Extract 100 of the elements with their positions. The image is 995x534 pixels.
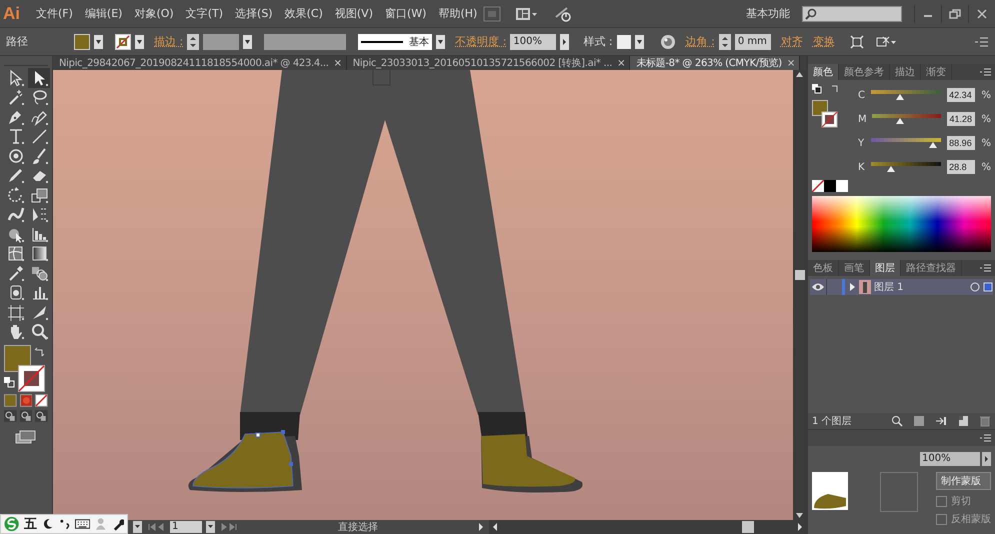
align-link[interactable]: 对齐 (780, 34, 803, 49)
scrollbar-thumb[interactable] (794, 270, 804, 280)
panel-menu-icon[interactable] (980, 433, 992, 443)
style-swatch[interactable] (616, 34, 631, 48)
zoom-tool-icon[interactable] (30, 322, 48, 340)
color-swatch[interactable] (824, 180, 836, 192)
transform-link[interactable]: 变换 (812, 34, 835, 49)
envelope-distort-icon[interactable] (874, 34, 897, 50)
new-layer-icon[interactable] (957, 415, 969, 427)
stroke-weight-field[interactable] (203, 34, 240, 50)
corner-link[interactable]: 边角 : (686, 34, 715, 49)
checkbox[interactable] (936, 514, 947, 524)
opacity-link[interactable]: 不透明度 : (455, 34, 506, 49)
panel-tab[interactable]: 渐变 (921, 64, 952, 80)
panel-menu-icon[interactable] (975, 36, 989, 48)
draw-behind-icon[interactable] (20, 410, 32, 422)
spinner-icon[interactable] (187, 34, 200, 50)
play-icon[interactable] (982, 452, 991, 466)
color-mode-icon[interactable] (4, 394, 17, 407)
slider-thumb[interactable] (896, 94, 904, 100)
menu-item[interactable]: 对象(O) (128, 6, 180, 21)
workspace-dropdown[interactable]: 基本功能 (746, 6, 790, 21)
color-swatch[interactable] (836, 180, 848, 192)
make-mask-button[interactable]: 制作蒙版 (936, 472, 991, 490)
draw-normal-icon[interactable] (4, 410, 17, 422)
arrange-documents-icon[interactable] (515, 6, 540, 22)
isolate-icon[interactable] (848, 34, 865, 50)
mesh-tool-icon[interactable] (6, 244, 24, 262)
stroke-link[interactable]: 描边 : (154, 34, 184, 49)
menu-item[interactable]: 视图(V) (328, 6, 379, 21)
menu-item[interactable]: 帮助(H) (432, 6, 484, 21)
left-shoe[interactable] (192, 432, 294, 488)
selection-indicator-icon[interactable] (983, 282, 993, 292)
fill-stroke-swatches[interactable] (812, 100, 838, 128)
menu-item[interactable]: 文件(F) (30, 6, 79, 21)
menu-item[interactable]: 选择(S) (229, 6, 279, 21)
menu-item[interactable]: 文字(T) (180, 6, 230, 21)
gradient-tool-icon[interactable] (30, 244, 48, 262)
warp-tool-icon[interactable] (6, 205, 24, 224)
slider-thumb[interactable] (929, 142, 938, 148)
variable-width-field[interactable] (264, 34, 346, 50)
fill-swatch[interactable] (74, 34, 90, 50)
caret-icon[interactable] (94, 34, 103, 48)
artboard-tool-icon[interactable] (6, 302, 24, 321)
swap-colors-icon[interactable] (830, 84, 840, 94)
scale-tool-icon[interactable] (30, 186, 48, 204)
anchor-points[interactable] (256, 430, 293, 466)
clipping-mask-icon[interactable] (913, 415, 925, 427)
stroke-profile-dropdown[interactable]: 基本 (358, 34, 432, 50)
rotate-tool-icon[interactable] (6, 186, 24, 204)
value-field[interactable]: 42.34 (947, 88, 976, 102)
play-icon[interactable] (560, 34, 570, 50)
caret-icon[interactable] (634, 34, 644, 48)
globe-icon[interactable] (660, 34, 676, 50)
panel-tab[interactable]: 颜色 (808, 64, 839, 80)
draw-inside-icon[interactable] (35, 410, 48, 422)
page-caret-icon[interactable] (206, 521, 215, 533)
panel-tab[interactable]: 色板 (808, 260, 839, 276)
fill-color-swatch[interactable] (4, 345, 31, 372)
panel-tab[interactable]: 路径查找器 (901, 260, 962, 276)
restore-button[interactable] (947, 6, 963, 20)
corner-field[interactable]: 0 mm (734, 34, 771, 50)
stroke-swatch[interactable] (115, 34, 131, 50)
tab-close-button[interactable]: × (786, 58, 795, 68)
spinner-icon[interactable] (718, 34, 731, 50)
value-field[interactable]: 41.28 (947, 112, 976, 126)
tab-close-button[interactable]: × (334, 58, 342, 68)
panel-tab[interactable]: 颜色参考 (839, 64, 890, 80)
trash-icon[interactable] (979, 415, 991, 427)
none-mode-icon[interactable] (35, 394, 48, 407)
checkbox[interactable] (936, 496, 947, 506)
swap-colors-icon[interactable] (34, 347, 44, 357)
document-tab[interactable]: 未标题-8* @ 263% (CMYK/预览) × (630, 56, 800, 70)
scroll-left-icon[interactable] (491, 522, 499, 532)
scroll-right-icon[interactable] (796, 522, 804, 532)
slider-thumb[interactable] (887, 166, 896, 172)
color-spectrum[interactable] (812, 196, 991, 252)
zoom-caret-icon[interactable] (133, 521, 142, 533)
stroke-color-swatch[interactable] (18, 365, 45, 392)
mask-thumbnail[interactable] (880, 472, 918, 512)
slider-thumb[interactable] (896, 118, 904, 124)
caret-icon[interactable] (135, 34, 144, 48)
panel-menu-icon[interactable] (980, 67, 992, 77)
caret-icon[interactable] (243, 34, 252, 48)
search-field[interactable] (802, 6, 902, 22)
vertical-scrollbar[interactable] (793, 70, 806, 520)
value-field[interactable]: 88.96 (947, 136, 976, 150)
eye-icon[interactable] (812, 283, 824, 291)
target-icon[interactable] (970, 282, 980, 292)
sync-icon[interactable] (553, 4, 574, 22)
opacity-field[interactable]: 100% (920, 452, 980, 466)
expand-arrow-icon[interactable] (848, 283, 856, 291)
menu-item[interactable]: 编辑(E) (78, 6, 128, 21)
panel-tab[interactable]: 描边 (890, 64, 921, 80)
caret-icon[interactable] (436, 34, 446, 48)
opacity-field[interactable]: 100% (510, 34, 556, 50)
tab-close-button[interactable]: × (617, 58, 626, 68)
layer-row[interactable]: 图层 1 (810, 279, 993, 295)
default-colors-icon[interactable] (4, 377, 15, 388)
default-colors-icon[interactable] (812, 84, 822, 94)
